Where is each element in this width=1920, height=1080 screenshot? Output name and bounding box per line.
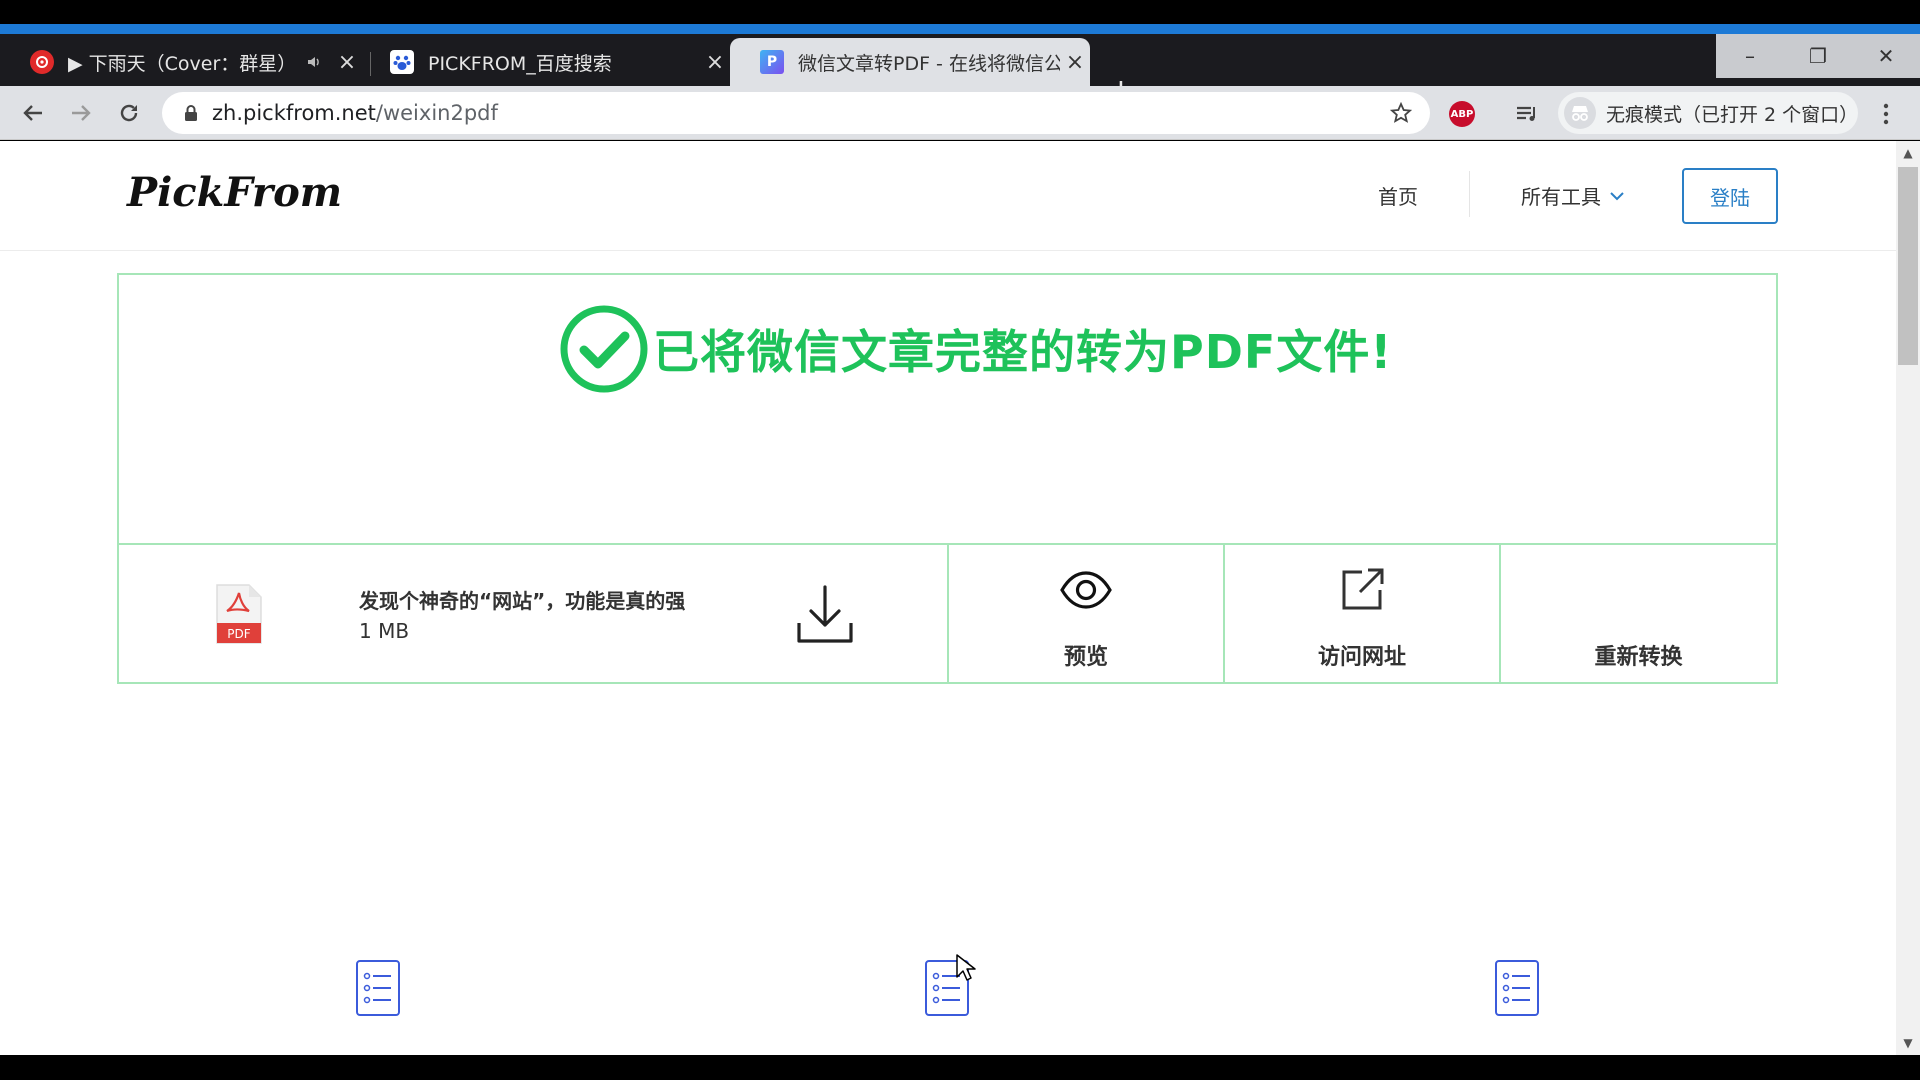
chevron-down-icon	[1610, 191, 1624, 200]
file-name: 发现个神奇的“网站”，功能是真的强	[359, 589, 686, 613]
url-path: /weixin2pdf	[375, 101, 498, 125]
reload-button[interactable]	[110, 94, 148, 132]
window-close-button[interactable]: ✕	[1852, 34, 1920, 78]
reconvert-label: 重新转换	[1594, 645, 1683, 670]
result-actions-row: PDF 发现个神奇的“网站”，功能是真的强 1 MB 预览 访问网址 重新转换	[119, 543, 1776, 682]
success-banner: 已将微信文章完整的转为PDF文件!	[559, 303, 1392, 395]
bottom-bar	[0, 1055, 1920, 1080]
url-host: zh.pickfrom.net	[212, 101, 376, 125]
preview-label: 预览	[1063, 645, 1108, 670]
bookmark-star-icon[interactable]	[1386, 102, 1416, 124]
reload-icon	[120, 104, 138, 122]
netease-music-icon	[30, 50, 54, 74]
nav-divider	[1469, 171, 1470, 217]
browser-toolbar: zh.pickfrom.net/weixin2pdf ABP 无痕模式（已打开 …	[0, 86, 1920, 140]
tab-strip: ▶ 下雨天（Cover：群星） × PICKFROM_百度搜索 × P 微信文章…	[0, 34, 1920, 106]
minimize-button[interactable]: –	[1716, 34, 1784, 78]
nav-tools-dropdown[interactable]: 所有工具	[1521, 181, 1625, 210]
window-top-bar	[0, 0, 1920, 34]
eye-icon	[1059, 563, 1113, 617]
list-doc-icon	[1495, 960, 1539, 1016]
scroll-up-icon[interactable]: ▲	[1896, 143, 1920, 163]
site-header: PickFrom 首页 所有工具 登陆	[0, 141, 1896, 251]
browser-menu-icon[interactable]	[1876, 99, 1896, 129]
speaker-icon[interactable]	[306, 54, 332, 70]
list-doc-icon	[356, 960, 400, 1016]
external-link-icon	[1335, 563, 1389, 617]
restore-button[interactable]: ❐	[1784, 34, 1852, 78]
tab-title: 微信文章转PDF - 在线将微信公众号	[798, 52, 1060, 75]
back-button[interactable]	[14, 94, 52, 132]
nav-tools-label: 所有工具	[1521, 185, 1601, 209]
conversion-result-panel: 已将微信文章完整的转为PDF文件! PDF 发现个神奇的“网站”，功能是真的强 …	[117, 273, 1778, 684]
scroll-down-icon[interactable]: ▼	[1896, 1033, 1920, 1053]
scrollbar-thumb[interactable]	[1898, 167, 1918, 365]
forward-button[interactable]	[62, 94, 100, 132]
visit-url-label: 访问网址	[1317, 645, 1406, 670]
reconvert-action[interactable]: 重新转换	[1501, 545, 1776, 682]
nav-home-link[interactable]: 首页	[1378, 181, 1418, 210]
mouse-cursor-icon	[956, 954, 976, 981]
file-info-cell: PDF 发现个神奇的“网站”，功能是真的强 1 MB	[119, 545, 949, 682]
success-message: 已将微信文章完整的转为PDF文件!	[653, 325, 1393, 379]
site-logo[interactable]: PickFrom	[127, 169, 342, 216]
page-scrollbar[interactable]: ▲ ▼	[1896, 141, 1920, 1055]
download-icon[interactable]	[795, 583, 855, 645]
check-circle-icon	[560, 305, 648, 393]
url-text[interactable]: zh.pickfrom.net/weixin2pdf	[212, 101, 1386, 125]
media-control-icon[interactable]	[1512, 99, 1542, 129]
close-icon[interactable]: ×	[700, 50, 730, 75]
tab-pickfrom[interactable]: P 微信文章转PDF - 在线将微信公众号 ×	[730, 38, 1090, 86]
file-size: 1 MB	[359, 619, 410, 643]
lock-icon[interactable]	[180, 102, 202, 124]
close-icon[interactable]: ×	[1060, 50, 1090, 75]
tab-baidu[interactable]: PICKFROM_百度搜索 ×	[360, 38, 730, 86]
pickfrom-icon: P	[760, 50, 784, 74]
tab-title: ▶ 下雨天（Cover：群星）	[68, 52, 297, 75]
incognito-indicator[interactable]: 无痕模式（已打开 2 个窗口）	[1558, 92, 1858, 134]
preview-action[interactable]: 预览	[949, 545, 1225, 682]
baidu-paw-icon	[390, 50, 414, 74]
pdf-type-label: PDF	[227, 627, 250, 641]
incognito-icon	[1564, 97, 1596, 129]
login-button[interactable]: 登陆	[1682, 168, 1778, 224]
pdf-file-icon: PDF	[216, 584, 262, 644]
close-icon[interactable]: ×	[332, 50, 362, 75]
tab-title: PICKFROM_百度搜索	[428, 52, 612, 75]
arrow-right-icon	[72, 105, 91, 121]
address-bar[interactable]: zh.pickfrom.net/weixin2pdf	[162, 92, 1430, 134]
visit-url-action[interactable]: 访问网址	[1225, 545, 1501, 682]
adblock-plus-icon[interactable]: ABP	[1449, 101, 1475, 127]
window-accent-strip	[0, 24, 1920, 34]
tab-music[interactable]: ▶ 下雨天（Cover：群星） ×	[0, 38, 362, 86]
arrow-left-icon	[23, 105, 42, 121]
web-page: PickFrom 首页 所有工具 登陆 已将微信文章完整的转为PDF文件! PD…	[0, 141, 1896, 1055]
incognito-label: 无痕模式（已打开 2 个窗口）	[1605, 103, 1859, 126]
